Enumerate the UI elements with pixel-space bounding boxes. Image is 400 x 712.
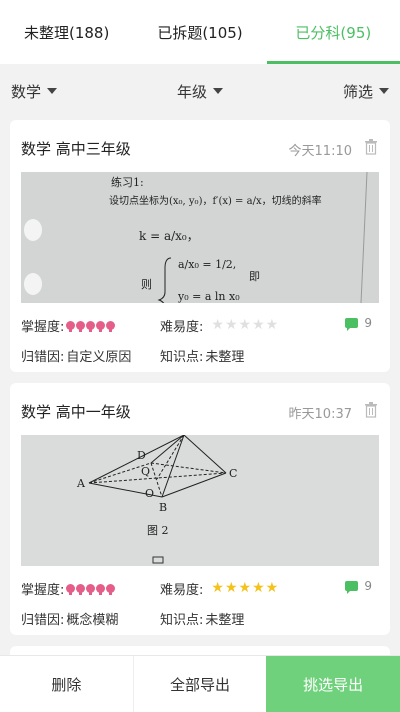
mastery-label: 掌握度: <box>21 583 65 598</box>
error-cause-value: 自定义原因 <box>66 350 132 365</box>
tab-bar: 未整理(188) 已拆题(105) 已分科(95) <box>0 0 400 64</box>
delete-button[interactable]: 删除 <box>0 656 134 712</box>
grade-dropdown[interactable]: 年级 <box>177 64 224 118</box>
error-cause-row: 归错因: 自定义原因 <box>21 346 131 365</box>
error-cause-value: 概念模糊 <box>66 613 119 628</box>
card-title: 数学 高中三年级 <box>21 140 131 158</box>
svg-text:y₀ = a ln x₀: y₀ = a ln x₀ <box>177 290 240 303</box>
mastery-rating <box>66 321 116 332</box>
caret-down-icon <box>213 88 224 94</box>
delete-button-label: 删除 <box>51 675 82 694</box>
question-photo[interactable]: 练习1: 设切点坐标为(x₀, y₀)，f′(x) = a/x，切线的斜率 k … <box>21 172 379 303</box>
comment-icon <box>345 318 359 331</box>
comment-count[interactable]: 9 <box>345 316 372 331</box>
filter-dropdown[interactable]: 筛选 <box>343 64 390 118</box>
tab-categorized[interactable]: 已分科(95) <box>266 0 400 64</box>
star-icon: ★ <box>211 580 224 596</box>
filter-bar: 数学 年级 筛选 <box>0 64 400 118</box>
knowledge-row: 知识点: 未整理 <box>160 346 244 365</box>
card-timestamp: 今天11:10 <box>288 144 352 159</box>
question-photo-image: A B C D Q O 图 2 <box>21 435 379 566</box>
card-title: 数学 高中一年级 <box>21 403 131 421</box>
svg-text:C: C <box>229 467 237 480</box>
photo-text-line: 练习1: <box>111 175 144 189</box>
difficulty-stars: ★★★★★ <box>211 581 279 596</box>
comment-count[interactable]: 9 <box>345 579 372 594</box>
question-photo-image: 练习1: 设切点坐标为(x₀, y₀)，f′(x) = a/x，切线的斜率 k … <box>21 172 379 303</box>
svg-text:D: D <box>137 449 146 462</box>
subject-dropdown[interactable]: 数学 <box>11 64 58 118</box>
filter-dropdown-label: 筛选 <box>343 82 374 101</box>
mastery-row: 掌握度: <box>21 316 116 335</box>
difficulty-row: 难易度: ★★★★★ <box>160 316 279 335</box>
error-cause-label: 归错因: <box>21 613 65 628</box>
mastery-label: 掌握度: <box>21 320 65 335</box>
mastery-rating <box>66 584 116 595</box>
svg-text:a/x₀ = 1/2,: a/x₀ = 1/2, <box>178 258 236 271</box>
knowledge-label: 知识点: <box>160 350 204 365</box>
knowledge-value: 未整理 <box>205 350 245 365</box>
export-all-button[interactable]: 全部导出 <box>134 656 267 712</box>
knowledge-label: 知识点: <box>160 613 204 628</box>
star-icon: ★ <box>265 317 279 333</box>
knowledge-value: 未整理 <box>205 613 245 628</box>
caret-down-icon <box>379 88 390 94</box>
card-timestamp: 昨天10:37 <box>288 407 352 422</box>
figure-caption: 图 2 <box>147 524 169 537</box>
star-icon: ★ <box>211 317 224 333</box>
tab-split-label: 已拆题(105) <box>157 23 243 42</box>
star-icon: ★ <box>238 317 252 333</box>
bottom-action-bar: 删除 全部导出 挑选导出 <box>0 655 400 712</box>
export-selected-button[interactable]: 挑选导出 <box>266 656 400 712</box>
tab-split[interactable]: 已拆题(105) <box>133 0 266 64</box>
comment-icon <box>345 581 359 594</box>
photo-text-line: k = a/x₀， <box>139 229 199 243</box>
question-photo[interactable]: A B C D Q O 图 2 <box>21 435 379 566</box>
tab-unsorted-label: 未整理(188) <box>23 23 110 42</box>
caret-down-icon <box>47 88 58 94</box>
mastery-row: 掌握度: <box>21 579 116 598</box>
star-icon: ★ <box>224 580 238 596</box>
difficulty-label: 难易度: <box>160 320 204 335</box>
export-all-button-label: 全部导出 <box>170 675 231 694</box>
comment-count-value: 9 <box>364 579 372 593</box>
tab-categorized-label: 已分科(95) <box>295 23 372 42</box>
export-selected-button-label: 挑选导出 <box>303 675 364 694</box>
question-card[interactable]: 数学 高中三年级 今天11:10 练习1: 设切点坐标为(x₀, y₀)，f′(… <box>10 120 390 372</box>
star-icon: ★ <box>238 580 252 596</box>
tab-unsorted[interactable]: 未整理(188) <box>0 0 133 64</box>
star-icon: ★ <box>252 580 265 596</box>
error-cause-row: 归错因: 概念模糊 <box>21 609 118 628</box>
photo-text-line: 即 <box>249 270 260 283</box>
difficulty-stars: ★★★★★ <box>211 318 279 333</box>
difficulty-label: 难易度: <box>160 583 204 598</box>
question-card[interactable]: 数学 高中一年级 昨天10:37 A B C D Q O 图 2 掌握度: 难易… <box>10 383 390 635</box>
comment-count-value: 9 <box>364 316 372 330</box>
svg-text:A: A <box>76 477 86 490</box>
star-icon: ★ <box>265 580 279 596</box>
grade-dropdown-label: 年级 <box>177 82 208 101</box>
knowledge-row: 知识点: 未整理 <box>160 609 244 628</box>
photo-text-line: 设切点坐标为(x₀, y₀)，f′(x) = a/x，切线的斜率 <box>109 194 322 207</box>
subject-dropdown-label: 数学 <box>11 82 42 101</box>
trash-icon[interactable] <box>364 402 378 418</box>
svg-text:O: O <box>145 487 154 500</box>
star-icon: ★ <box>224 317 238 333</box>
svg-text:Q: Q <box>141 465 150 478</box>
star-icon: ★ <box>252 317 265 333</box>
error-cause-label: 归错因: <box>21 350 65 365</box>
trash-icon[interactable] <box>364 139 378 155</box>
photo-text-line: 则 <box>141 278 152 291</box>
difficulty-row: 难易度: ★★★★★ <box>160 579 279 598</box>
svg-text:B: B <box>159 501 167 514</box>
